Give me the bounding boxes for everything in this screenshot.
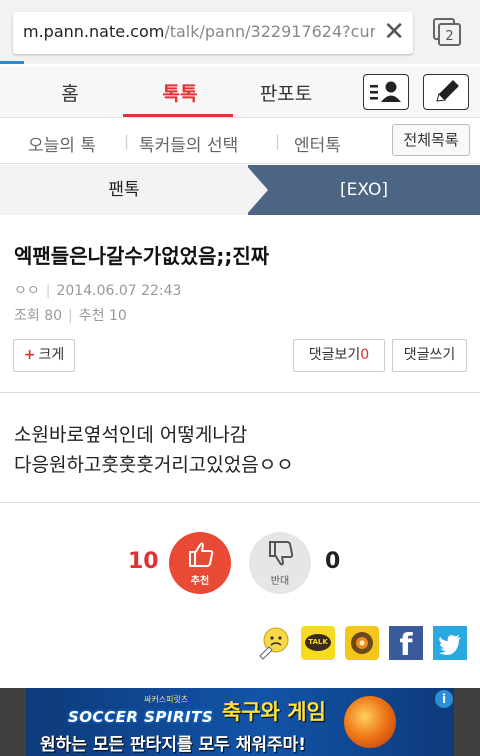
url-field[interactable]: m.pann.nate.com/talk/pann/322917624?curr… (13, 12, 413, 54)
thumbs-down-icon (269, 541, 294, 566)
meta-separator: | (45, 283, 51, 299)
subnav-entertainment-talk[interactable]: 엔터톡 (294, 131, 341, 156)
close-icon[interactable]: ✕ (383, 16, 405, 48)
url-path: /talk/pann/322917624?currMe (164, 22, 375, 41)
breadcrumb-fantalk[interactable]: 팬톡 (0, 165, 248, 215)
kakaotalk-label: TALK (305, 634, 331, 651)
main-nav: 홈 톡톡 판포토 (0, 66, 480, 118)
plus-icon: + (23, 347, 36, 363)
downvote-button[interactable]: 반대 (249, 532, 311, 594)
view-comments-label: 댓글보기 (308, 347, 361, 363)
font-bigger-button[interactable]: + 크게 (13, 339, 75, 372)
url-text[interactable]: m.pann.nate.com/talk/pann/322917624?curr… (23, 22, 375, 41)
ad-subline: 원하는 모든 판타지를 모두 채워주마! (40, 735, 307, 755)
info-icon[interactable]: i (435, 690, 453, 708)
post-body-line: 다응원하고훗훗훗거리고있었음ㅇㅇ (14, 454, 294, 476)
upvote-label: 추천 (190, 576, 210, 587)
thumbs-up-icon (189, 542, 214, 567)
views-label: 조회 (14, 308, 40, 324)
upvote-count: 10 (128, 549, 159, 574)
soccer-ball-icon (344, 696, 396, 748)
page-load-progress (0, 61, 24, 64)
post-author[interactable]: ㅇㅇ (14, 283, 40, 299)
comment-count: 0 (360, 347, 370, 363)
sub-nav: 오늘의 톡 | 톡커들의 선택 | 엔터톡 전체목록 (0, 118, 480, 164)
post-date: 2014.06.07 22:43 (56, 283, 182, 299)
tab-count: 2 (445, 29, 453, 44)
post-body-line: 소원바로옆석인데 어떻게나감 (14, 424, 248, 446)
tabs-icon[interactable]: 2 (432, 17, 462, 47)
font-bigger-label: 크게 (38, 347, 65, 363)
ad-banner[interactable]: 싸커스피릿츠 SOCCER SPIRITS 축구와 게임 원하는 모든 판타지를… (26, 688, 454, 756)
post-stats: 조회 80 | 추천 10 (14, 305, 127, 325)
downvote-label: 반대 (270, 576, 290, 587)
subnav-separator: | (275, 132, 281, 150)
write-comment-button[interactable]: 댓글쓰기 (392, 339, 467, 372)
twitter-icon[interactable] (433, 626, 467, 660)
facebook-icon[interactable]: f (389, 626, 423, 663)
my-profile-button[interactable] (363, 74, 409, 110)
breadcrumb-exo[interactable]: [EXO] (248, 165, 480, 215)
subnav-separator: | (124, 132, 130, 150)
browser-toolbar: m.pann.nate.com/talk/pann/322917624?curr… (0, 0, 480, 64)
nav-active-indicator (123, 114, 233, 117)
recommend-label: 추천 (78, 308, 105, 324)
write-post-button[interactable] (423, 74, 469, 110)
breadcrumb-arrow-icon (246, 165, 268, 215)
facebook-letter: f (399, 628, 413, 663)
all-list-button[interactable]: 전체목록 (392, 124, 470, 156)
nav-home[interactable]: 홈 (10, 79, 130, 106)
nav-talk[interactable]: 톡톡 (120, 79, 240, 106)
breadcrumb: 팬톡 [EXO] (0, 165, 480, 215)
views-count: 80 (44, 308, 63, 324)
upvote-button[interactable]: 추천 (169, 532, 231, 594)
ad-logo: SOCCER SPIRITS (68, 708, 214, 726)
emoticon-icon[interactable] (257, 626, 291, 660)
divider (0, 502, 480, 503)
view-comments-button[interactable]: 댓글보기0 (293, 339, 385, 372)
meta-separator: | (68, 308, 73, 324)
post-author-date: ㅇㅇ | 2014.06.07 22:43 (14, 280, 181, 300)
ad-logo-small: 싸커스피릿츠 (144, 695, 189, 704)
recommend-count: 10 (108, 308, 127, 324)
ad-headline: 축구와 게임 (222, 700, 326, 724)
downvote-count: 0 (325, 549, 341, 574)
subnav-talkers-choice[interactable]: 톡커들의 선택 (139, 131, 238, 156)
url-domain: m.pann.nate.com (23, 22, 165, 41)
subnav-today-talk[interactable]: 오늘의 톡 (28, 131, 96, 156)
nav-pantoto[interactable]: 판포토 (226, 79, 346, 106)
post-body: 소원바로옆석인데 어떻게나감 다응원하고훗훗훗거리고있었음ㅇㅇ (14, 420, 294, 480)
list-profile-icon (370, 81, 401, 102)
kakaotalk-icon[interactable]: TALK (301, 626, 335, 660)
kakaostory-icon[interactable] (345, 626, 379, 660)
post-title: 엑팬들은나갈수가없었음;;진짜 (14, 244, 270, 268)
pencil-icon (436, 80, 459, 102)
divider (0, 392, 480, 393)
